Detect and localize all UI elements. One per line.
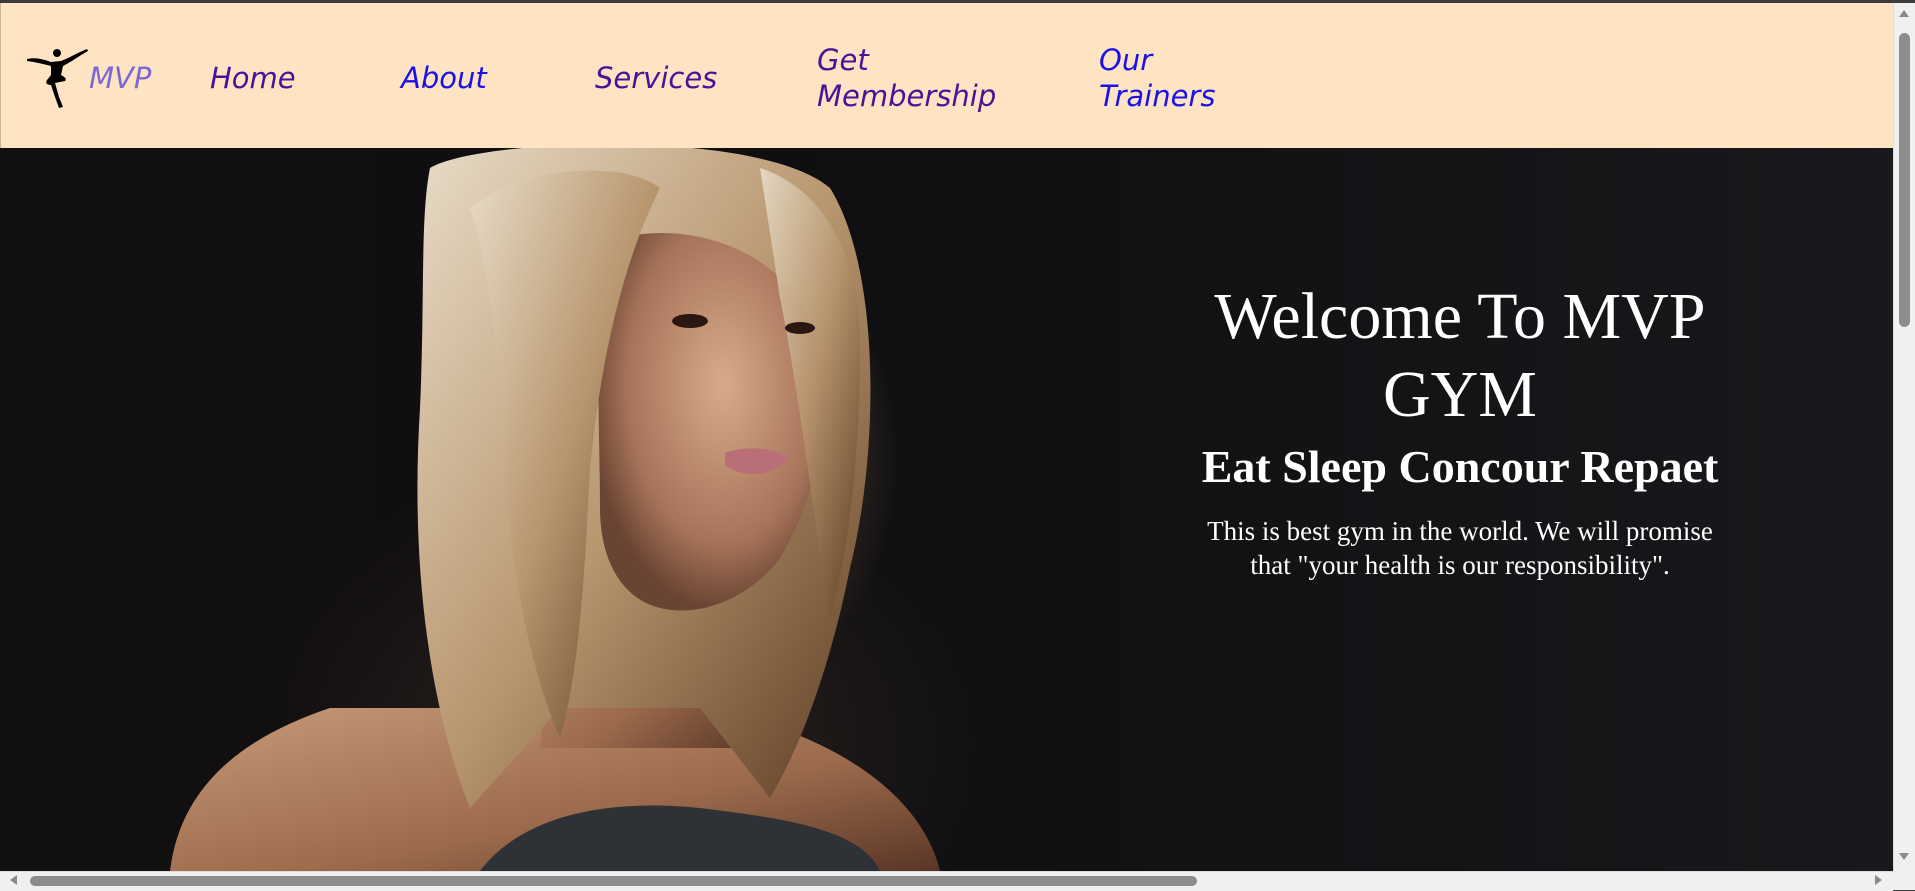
vertical-scrollbar-thumb[interactable] (1899, 33, 1910, 327)
top-navbar: MVP Home About Services Get Membership O… (0, 3, 1893, 148)
browser-viewport: MVP Home About Services Get Membership O… (0, 3, 1893, 871)
nav-about-link[interactable]: About (401, 60, 487, 96)
hero-description: This is best gym in the world. We will p… (1150, 514, 1770, 582)
nav-trainers-line2: Trainers (1099, 79, 1216, 113)
hero-section: Welcome To MVP GYM Eat Sleep Concour Rep… (0, 148, 1893, 871)
hero-description-line1: This is best gym in the world. We will p… (1207, 516, 1713, 546)
nav-membership-link[interactable]: Get Membership (817, 42, 996, 114)
horizontal-scrollbar[interactable] (0, 871, 1893, 891)
nav-trainers-line1: Our (1099, 43, 1153, 77)
scrollbar-corner (1893, 871, 1915, 890)
hero-description-line2: that "your health is our responsibility"… (1250, 550, 1670, 580)
hero-title-line2: GYM (1382, 358, 1537, 431)
nav-services-link[interactable]: Services (595, 60, 717, 96)
nav-membership-line1: Get (817, 43, 869, 77)
vertical-scrollbar[interactable] (1893, 3, 1915, 871)
scroll-up-arrow-icon[interactable] (1899, 10, 1909, 17)
hero-title-line1: Welcome To MVP (1214, 280, 1706, 353)
scroll-right-arrow-icon[interactable] (1875, 875, 1882, 885)
scroll-down-arrow-icon[interactable] (1899, 853, 1909, 860)
nav-membership-line2: Membership (817, 79, 997, 113)
scroll-left-arrow-icon[interactable] (10, 875, 17, 885)
hero-subtitle: Eat Sleep Concour Repaet (1201, 441, 1719, 492)
brand-link[interactable]: MVP (89, 60, 151, 96)
ballerina-silhouette-icon[interactable] (25, 45, 89, 109)
hero-title: Welcome To MVP GYM (1150, 278, 1770, 434)
horizontal-scrollbar-thumb[interactable] (30, 876, 1197, 886)
hero-text-block: Welcome To MVP GYM Eat Sleep Concour Rep… (1150, 278, 1770, 582)
nav-home-link[interactable]: Home (210, 60, 296, 96)
nav-trainers-link[interactable]: Our Trainers (1099, 42, 1215, 114)
